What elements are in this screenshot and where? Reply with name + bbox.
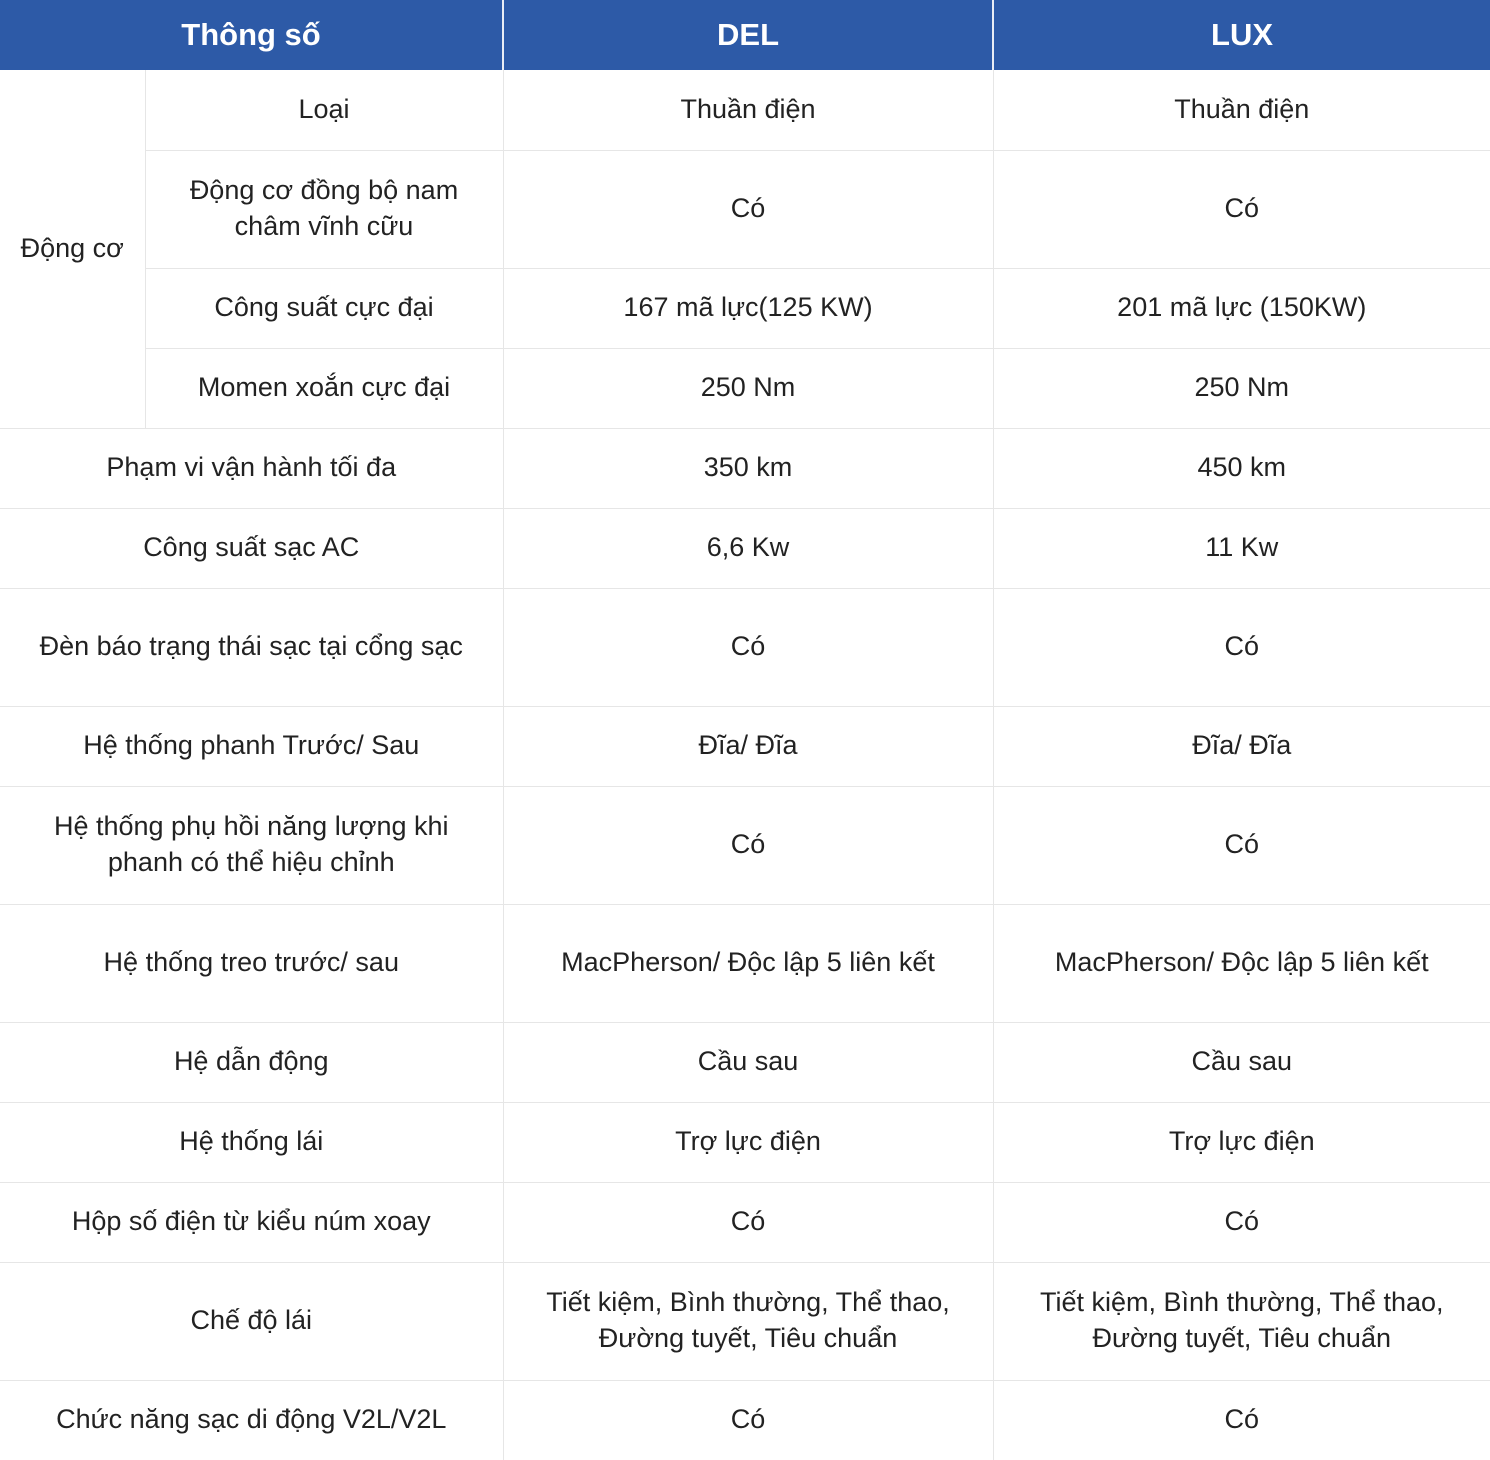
table-row: Hệ thống treo trước/ sau MacPherson/ Độc… <box>0 904 1490 1023</box>
row-value-del: Thuần điện <box>503 70 994 151</box>
row-value-lux: Có <box>993 150 1490 269</box>
row-param-label: Hệ thống phanh Trước/ Sau <box>0 706 504 787</box>
header-cell-del: DEL <box>503 0 995 70</box>
table-row: Hộp số điện từ kiểu núm xoay Có Có <box>0 1182 1490 1263</box>
row-value-lux: MacPherson/ Độc lập 5 liên kết <box>993 904 1490 1023</box>
row-param-label: Chế độ lái <box>0 1262 504 1381</box>
row-value-lux: Có <box>993 786 1490 905</box>
row-param-label: Momen xoắn cực đại <box>145 348 504 429</box>
row-param-label: Hệ thống lái <box>0 1102 504 1183</box>
group-label-engine: Động cơ <box>0 70 146 429</box>
specifications-comparison-table: Thông số DEL LUX Động cơ Loại Thuần điện… <box>0 0 1490 1460</box>
row-value-lux: Thuần điện <box>993 70 1490 151</box>
row-value-del: Có <box>503 786 994 905</box>
row-value-lux: 11 Kw <box>993 508 1490 589</box>
table-row: Đèn báo trạng thái sạc tại cổng sạc Có C… <box>0 588 1490 707</box>
row-value-del: 6,6 Kw <box>503 508 994 589</box>
row-param-label: Hệ thống treo trước/ sau <box>0 904 504 1023</box>
row-value-lux: Tiết kiệm, Bình thường, Thể thao, Đường … <box>993 1262 1490 1381</box>
row-value-lux: Có <box>993 1380 1490 1460</box>
header-row: Thông số DEL LUX <box>0 0 1490 70</box>
header-cell-lux: LUX <box>993 0 1490 70</box>
row-value-del: Trợ lực điện <box>503 1102 994 1183</box>
row-value-del: Có <box>503 1380 994 1460</box>
row-value-del: Tiết kiệm, Bình thường, Thể thao, Đường … <box>503 1262 994 1381</box>
table-row: Hệ thống lái Trợ lực điện Trợ lực điện <box>0 1102 1490 1183</box>
header-cell-parameter: Thông số <box>0 0 505 70</box>
table-row: Hệ thống phanh Trước/ Sau Đĩa/ Đĩa Đĩa/ … <box>0 706 1490 787</box>
row-value-del: Có <box>503 1182 994 1263</box>
row-value-del: Đĩa/ Đĩa <box>503 706 994 787</box>
table-row: Động cơ đồng bộ nam châm vĩnh cữu Có Có <box>0 150 1490 269</box>
row-value-lux: Trợ lực điện <box>993 1102 1490 1183</box>
table-row: Động cơ Loại Thuần điện Thuần điện <box>0 70 1490 429</box>
table-row: Chức năng sạc di động V2L/V2L Có Có <box>0 1380 1490 1460</box>
row-param-label: Hộp số điện từ kiểu núm xoay <box>0 1182 504 1263</box>
row-value-lux: Có <box>993 1182 1490 1263</box>
row-param-label: Hệ dẫn động <box>0 1022 504 1103</box>
table-row: Công suất sạc AC 6,6 Kw 11 Kw <box>0 508 1490 589</box>
row-param-label: Đèn báo trạng thái sạc tại cổng sạc <box>0 588 504 707</box>
row-param-label: Công suất sạc AC <box>0 508 504 589</box>
table-row: Hệ dẫn động Cầu sau Cầu sau <box>0 1022 1490 1103</box>
table-row: Công suất cực đại 167 mã lực(125 KW) 201… <box>0 268 1490 349</box>
row-value-lux: Có <box>993 588 1490 707</box>
row-param-label: Phạm vi vận hành tối đa <box>0 428 504 509</box>
row-param-label: Động cơ đồng bộ nam châm vĩnh cữu <box>145 150 504 269</box>
row-value-del: Có <box>503 588 994 707</box>
table-row: Chế độ lái Tiết kiệm, Bình thường, Thể t… <box>0 1262 1490 1381</box>
table-body: Động cơ Loại Thuần điện Thuần điện Động … <box>0 70 1490 1460</box>
table-row: Phạm vi vận hành tối đa 350 km 450 km <box>0 428 1490 509</box>
row-value-lux: 250 Nm <box>993 348 1490 429</box>
table-row: Hệ thống phụ hồi năng lượng khi phanh có… <box>0 786 1490 905</box>
row-value-del: MacPherson/ Độc lập 5 liên kết <box>503 904 994 1023</box>
row-param-label: Loại <box>145 70 504 151</box>
row-value-del: 167 mã lực(125 KW) <box>503 268 994 349</box>
row-param-label: Chức năng sạc di động V2L/V2L <box>0 1380 504 1460</box>
table-header: Thông số DEL LUX <box>0 0 1490 70</box>
row-param-label: Hệ thống phụ hồi năng lượng khi phanh có… <box>0 786 504 905</box>
row-value-del: Có <box>503 150 994 269</box>
row-value-lux: Cầu sau <box>993 1022 1490 1103</box>
row-value-lux: Đĩa/ Đĩa <box>993 706 1490 787</box>
row-value-del: 250 Nm <box>503 348 994 429</box>
row-value-lux: 201 mã lực (150KW) <box>993 268 1490 349</box>
table-row: Momen xoắn cực đại 250 Nm 250 Nm <box>0 348 1490 429</box>
row-value-del: Cầu sau <box>503 1022 994 1103</box>
row-param-label: Công suất cực đại <box>145 268 504 349</box>
row-value-del: 350 km <box>503 428 994 509</box>
row-value-lux: 450 km <box>993 428 1490 509</box>
